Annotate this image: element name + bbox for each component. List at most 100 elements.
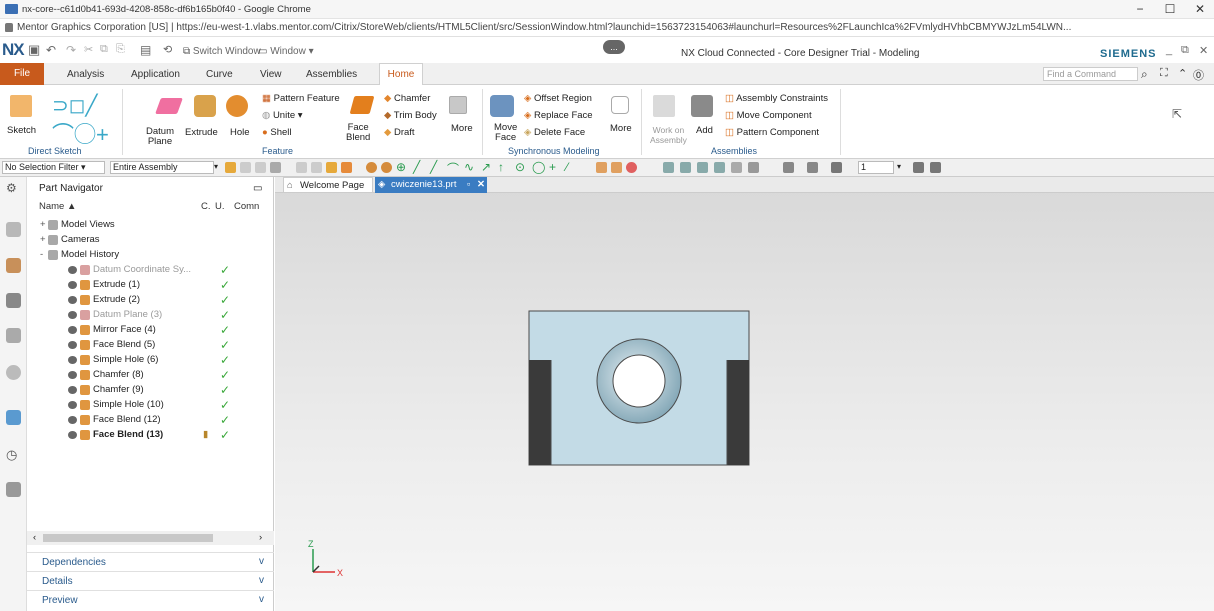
render6-icon[interactable] (748, 162, 759, 173)
layer4-icon[interactable] (913, 162, 924, 173)
visibility-icon[interactable] (68, 416, 77, 424)
view3-icon[interactable] (626, 162, 637, 173)
point-snap-icon[interactable]: ⊕ (396, 160, 406, 174)
more-feature-icon[interactable] (449, 96, 467, 114)
sketch-shapes-icon[interactable]: ⊃◻╱ (52, 93, 97, 118)
curve-snap-icon[interactable]: ⌒ (447, 160, 459, 177)
tree-row[interactable]: Datum Coordinate Sy... ✓ (27, 264, 274, 276)
plus-snap-icon[interactable]: + (549, 160, 556, 174)
window-list-icon[interactable]: ▤ (140, 43, 151, 57)
column-comment[interactable]: Comn (234, 201, 259, 215)
tab-assemblies-label[interactable]: Assemblies (306, 69, 357, 80)
tree-row[interactable]: Extrude (2) ✓ (27, 294, 274, 306)
face-blend-button[interactable]: Face Blend (346, 123, 370, 143)
tab-part-file[interactable]: ◈ cwiczenie13.prt ▫ ✕ (375, 177, 487, 193)
visibility-icon[interactable] (68, 266, 77, 274)
tab-view[interactable]: View (260, 69, 282, 80)
close-tab-icon[interactable]: ✕ (477, 177, 485, 193)
layer-number-dropdown[interactable]: 1 (858, 161, 894, 174)
selection-scope-dropdown[interactable]: Entire Assembly (110, 161, 214, 174)
redo-icon[interactable]: ↷ (66, 43, 76, 57)
history-icon[interactable]: ◷ (6, 447, 21, 462)
tree-row[interactable]: Simple Hole (6) ✓ (27, 354, 274, 366)
visibility-icon[interactable] (68, 296, 77, 304)
shell-button[interactable]: ● Shell (262, 127, 292, 138)
layer-icon[interactable] (783, 162, 794, 173)
spline-snap-icon[interactable]: ∿ (464, 160, 474, 174)
unite-button[interactable]: ◍ Unite ▾ (262, 110, 303, 121)
maximize-button[interactable]: ☐ (1156, 1, 1184, 18)
replace-face-button[interactable]: ◈ Replace Face (524, 110, 593, 121)
reuse-library-icon[interactable] (6, 328, 21, 343)
delete-face-button[interactable]: ◈ Delete Face (524, 127, 585, 138)
tree-row[interactable]: Mirror Face (4) ✓ (27, 324, 274, 336)
scrollbar-thumb[interactable] (43, 534, 213, 542)
assembly-navigator-icon[interactable] (6, 258, 21, 273)
view-icon[interactable] (596, 162, 607, 173)
sketch-button[interactable]: Sketch (7, 125, 36, 136)
tree-row[interactable]: Simple Hole (10) ✓ (27, 399, 274, 411)
save-icon[interactable]: ▣ (28, 42, 40, 58)
filter2-icon[interactable] (255, 162, 266, 173)
column-c[interactable]: C. (201, 201, 211, 215)
render4-icon[interactable] (714, 162, 725, 173)
citrix-toolbar-pill[interactable]: ... (603, 40, 625, 54)
web-browser-icon[interactable] (6, 410, 21, 425)
visibility-icon[interactable] (68, 431, 77, 439)
collapse-ribbon-icon[interactable]: ⌃ (1178, 67, 1187, 80)
part-navigator-icon[interactable] (6, 222, 21, 237)
extrude-button[interactable]: Extrude (185, 127, 218, 138)
sketch-icon[interactable] (10, 95, 32, 117)
move-component-button[interactable]: ◫ Move Component (725, 110, 812, 121)
undo-icon[interactable]: ↶ (46, 43, 56, 57)
visibility-icon[interactable] (68, 401, 77, 409)
add-component-button[interactable]: Add (696, 125, 713, 136)
tree-row[interactable]: + Cameras (27, 234, 274, 246)
render5-icon[interactable] (731, 162, 742, 173)
window-dropdown[interactable]: ▭ Window ▾ (258, 46, 314, 57)
tab-curve[interactable]: Curve (206, 69, 233, 80)
sketch-curves-icon[interactable]: ⌒◯+ (52, 117, 109, 149)
horizontal-scrollbar[interactable]: ‹ › (27, 531, 274, 545)
system-materials-icon[interactable] (6, 482, 21, 497)
layer3-icon[interactable] (831, 162, 842, 173)
tree-row[interactable]: Face Blend (5) ✓ (27, 339, 274, 351)
visibility-icon[interactable] (68, 311, 77, 319)
move-face-button[interactable]: Move Face (494, 123, 517, 143)
layer2-icon[interactable] (807, 162, 818, 173)
close-app-icon[interactable]: ✕ (1199, 44, 1208, 57)
tree-row[interactable]: Chamfer (9) ✓ (27, 384, 274, 396)
extrude-icon[interactable] (194, 95, 216, 117)
visibility-icon[interactable] (68, 326, 77, 334)
preview-panel[interactable]: Preview v (27, 590, 274, 608)
hole-button[interactable]: Hole (230, 127, 250, 138)
repeat-command-icon[interactable]: ⟲ (163, 43, 172, 56)
visibility-icon[interactable] (68, 371, 77, 379)
view2-icon[interactable] (611, 162, 622, 173)
tab-analysis[interactable]: Analysis (67, 69, 104, 80)
visibility-icon[interactable] (68, 281, 77, 289)
filter7-icon[interactable] (341, 162, 352, 173)
expand-toggle-icon[interactable]: - (40, 249, 43, 261)
tree-row[interactable]: - Model History (27, 249, 274, 261)
tangent-snap-icon[interactable]: ↗ (481, 160, 491, 174)
circle-snap-icon[interactable]: ◯ (532, 160, 545, 174)
normal-snap-icon[interactable]: ↑ (498, 160, 504, 174)
constraint-navigator-icon[interactable] (6, 293, 21, 308)
tree-row[interactable]: Datum Plane (3) ✓ (27, 309, 274, 321)
filter8-icon[interactable] (366, 162, 377, 173)
tree-row[interactable]: Chamfer (8) ✓ (27, 369, 274, 381)
search-icon[interactable]: ⌕ (1141, 67, 1148, 82)
tree-row[interactable]: Extrude (1) ✓ (27, 279, 274, 291)
tree-row[interactable]: + Model Views (27, 219, 274, 231)
close-button[interactable]: ✕ (1186, 1, 1214, 18)
column-name[interactable]: Name ▲ (39, 201, 76, 215)
hd3d-icon[interactable] (6, 365, 21, 380)
render3-icon[interactable] (697, 162, 708, 173)
restore-app-icon[interactable]: ⧉ (1181, 44, 1189, 57)
snap-icon[interactable] (225, 162, 236, 173)
line2-snap-icon[interactable]: ╱ (430, 160, 437, 174)
details-panel[interactable]: Details v (27, 571, 274, 589)
pattern-component-button[interactable]: ◫ Pattern Component (725, 127, 819, 138)
assembly-constraints-button[interactable]: ◫ Assembly Constraints (725, 93, 828, 104)
